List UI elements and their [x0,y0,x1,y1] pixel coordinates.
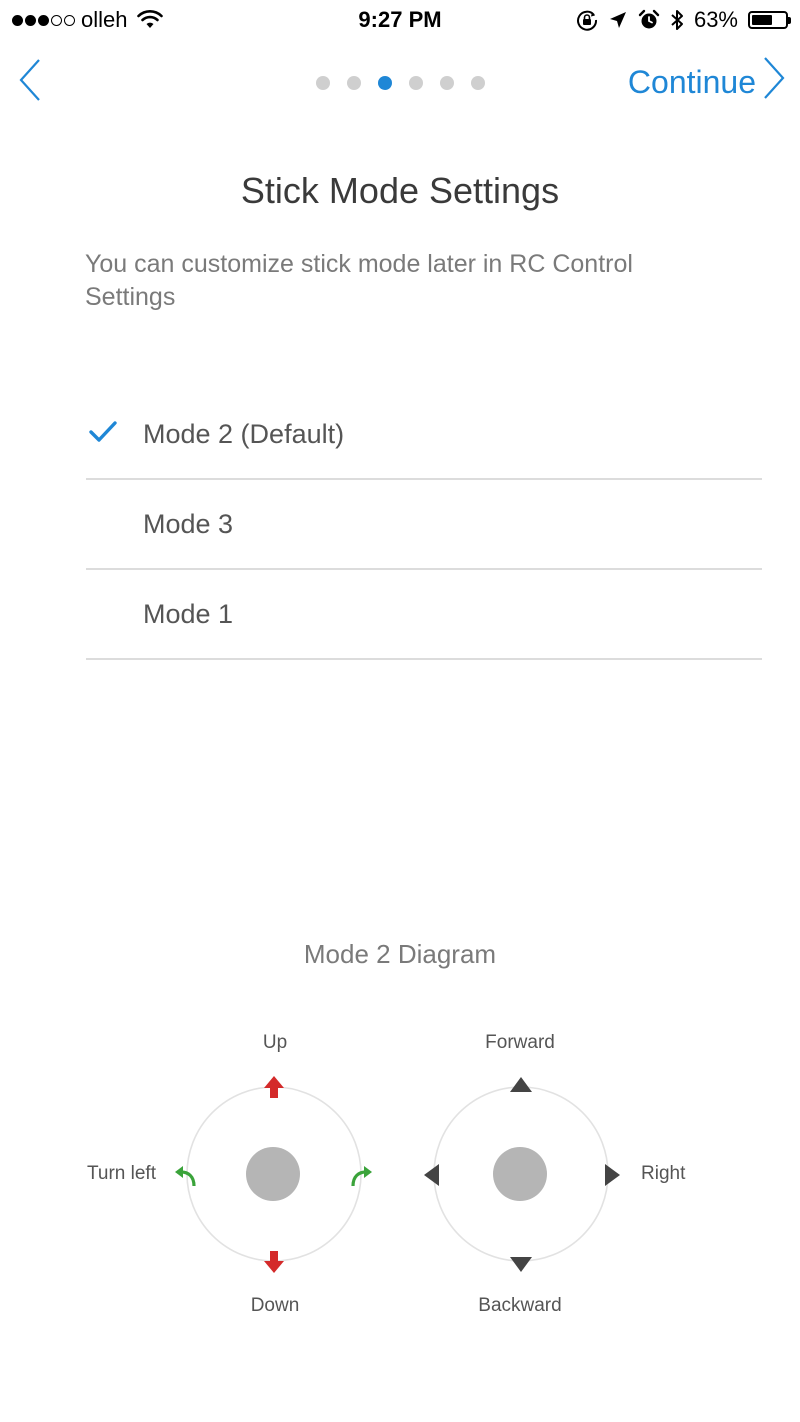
right-stick [424,1077,620,1272]
status-right: 63% [576,6,791,34]
arrow-up-icon [264,1076,284,1098]
rotate-left-icon [175,1166,196,1187]
arrow-down-icon [264,1251,284,1273]
location-arrow-icon [608,10,628,30]
rotate-right-icon [351,1166,372,1187]
mode-option-mode-2[interactable]: Mode 2 (Default) [86,390,762,480]
page-title: Stick Mode Settings [240,170,560,211]
page-dot-active [377,76,392,90]
status-bar: olleh 9:27 PM 63% [0,0,800,40]
page-dot [439,76,454,90]
page-dot [315,76,330,90]
mode-list: Mode 2 (Default) Mode 3 Mode 1 [86,390,762,660]
bluetooth-icon [670,8,684,32]
chevron-right-icon [762,56,786,108]
battery-icon [748,11,791,29]
subtitle: You can customize stick mode later in RC… [85,250,633,311]
mode-label: Mode 2 (Default) [143,419,345,449]
triangle-down-icon [510,1257,532,1272]
mode-label: Mode 3 [143,509,234,539]
triangle-right-icon [605,1164,620,1186]
mode-option-mode-3[interactable]: Mode 3 [86,480,762,570]
orientation-lock-icon [576,9,598,31]
triangle-up-icon [510,1077,532,1092]
page-dot [408,76,423,90]
mode-option-mode-1[interactable]: Mode 1 [86,570,762,660]
diagram-title: Mode 2 Diagram [303,939,497,969]
battery-cap [788,17,791,24]
right-stick-knob [493,1147,547,1201]
battery-percent: 63% [693,7,738,32]
alarm-icon [638,9,660,31]
mode-label: Mode 1 [143,599,234,629]
left-stick [175,1076,372,1273]
triangle-left-icon [424,1164,439,1186]
page-dot [346,76,361,90]
continue-label: Continue [627,63,756,100]
page-dot [470,76,485,90]
checkmark-icon [88,420,118,449]
mode-diagram [175,1076,620,1273]
continue-button[interactable]: Continue [627,56,786,108]
battery-fill [752,15,772,25]
left-stick-knob [246,1147,300,1201]
